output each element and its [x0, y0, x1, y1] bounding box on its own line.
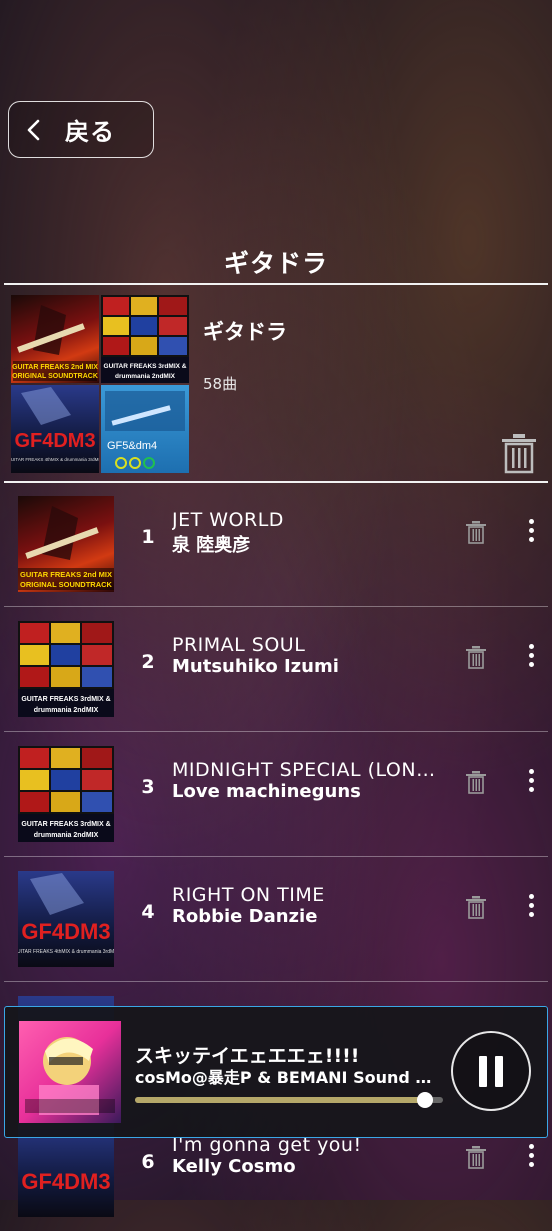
progress-fill	[135, 1097, 425, 1103]
track-number: 1	[141, 526, 155, 548]
trash-icon[interactable]	[465, 770, 487, 794]
svg-text:ORIGINAL SOUNDTRACK: ORIGINAL SOUNDTRACK	[20, 580, 113, 589]
gf4dm3-image: GF4DM3 GUITAR FREAKS 4thMIX & drummania …	[11, 387, 99, 462]
back-button-label: 戻る	[65, 118, 115, 146]
cover-gf2: GUITAR FREAKS 2nd MIX ORIGINAL SOUNDTRAC…	[11, 295, 99, 383]
track-title: JET WORLD	[172, 509, 284, 531]
more-options-icon[interactable]	[524, 769, 538, 795]
trash-icon[interactable]	[465, 645, 487, 669]
playlist-cover-collage: GUITAR FREAKS 2nd MIX ORIGINAL SOUNDTRAC…	[11, 295, 189, 473]
pause-button[interactable]	[451, 1031, 531, 1111]
svg-text:ORIGINAL SOUNDTRACK: ORIGINAL SOUNDTRACK	[12, 373, 98, 380]
track-title: RIGHT ON TIME	[172, 884, 325, 906]
back-button[interactable]: 戻る	[8, 101, 154, 158]
cover-image: GUITAR FREAKS 2nd MIX ORIGINAL SOUNDTRAC…	[18, 506, 114, 590]
gf5dm4-image: GF5&dm4	[105, 391, 185, 469]
track-artist: 泉 陸奥彦	[172, 535, 251, 556]
more-options-icon[interactable]	[524, 894, 538, 920]
track-row[interactable]: GUITAR FREAKS 2nd MIX ORIGINAL SOUNDTRAC…	[4, 482, 548, 606]
chevron-left-icon	[27, 119, 40, 140]
track-artist: Robbie Danzie	[172, 906, 318, 927]
trash-icon[interactable]	[465, 1145, 487, 1169]
track-artist: Mutsuhiko Izumi	[172, 656, 339, 677]
track-cover: GUITAR FREAKS 2nd MIX ORIGINAL SOUNDTRAC…	[18, 496, 114, 592]
mosaic-image: GUITAR FREAKS 3rdMIX & drummania 2ndMIX	[101, 297, 189, 383]
track-cover: GUITAR FREAKS 3rdMIX & drummania 2ndMIX	[18, 746, 114, 842]
track-cover: GF4DM3 GUITAR FREAKS 4thMIX & drummania …	[18, 871, 114, 967]
svg-text:GUITAR FREAKS 3rdMIX &: GUITAR FREAKS 3rdMIX &	[104, 363, 187, 370]
track-row[interactable]: GF4DM3 GUITAR FREAKS 4thMIX & drummania …	[4, 857, 548, 981]
track-artist: Love machineguns	[172, 781, 361, 802]
track-number: 6	[141, 1151, 155, 1173]
cover-image	[25, 1037, 115, 1115]
svg-text:GF4DM3: GF4DM3	[21, 919, 110, 944]
guitarist-image: GUITAR FREAKS 2nd MIX ORIGINAL SOUNDTRAC…	[12, 305, 98, 381]
track-artist: Kelly Cosmo	[172, 1156, 296, 1177]
progress-knob[interactable]	[416, 1092, 433, 1108]
trash-icon[interactable]	[465, 895, 487, 919]
cover-gf5dm4: GF5&dm4	[101, 385, 189, 473]
cover-image: GUITAR FREAKS 3rdMIX & drummania 2ndMIX	[18, 748, 114, 842]
now-playing-artist: cosMo@暴走P & BEMANI Sound …	[135, 1068, 432, 1087]
playlist-song-count: 58曲	[203, 375, 238, 393]
svg-text:GF5&dm4: GF5&dm4	[107, 440, 157, 452]
page-title: ギタドラ	[223, 249, 328, 278]
svg-text:GUITAR FREAKS 2nd MIX: GUITAR FREAKS 2nd MIX	[20, 570, 112, 579]
more-options-icon[interactable]	[524, 519, 538, 545]
svg-text:drummania 2ndMIX: drummania 2ndMIX	[34, 707, 99, 714]
svg-text:GUITAR FREAKS 4thMIX & drumman: GUITAR FREAKS 4thMIX & drummania 3rdMIX	[18, 949, 114, 955]
more-options-icon[interactable]	[524, 644, 538, 670]
cover-image: GF4DM3 GUITAR FREAKS 4thMIX & drummania …	[18, 873, 114, 955]
svg-text:GUITAR FREAKS 4thMIX & drumman: GUITAR FREAKS 4thMIX & drummania 3rdMIX	[11, 457, 99, 462]
svg-text:drummania 2ndMIX: drummania 2ndMIX	[115, 373, 176, 380]
trash-icon[interactable]	[465, 520, 487, 544]
svg-text:GF4DM3: GF4DM3	[14, 430, 95, 452]
pause-icon	[495, 1056, 503, 1087]
track-title: MIDNIGHT SPECIAL (LON…	[172, 759, 436, 781]
cover-gf4dm3: GF4DM3 GUITAR FREAKS 4thMIX & drummania …	[11, 385, 99, 473]
divider	[4, 283, 548, 285]
track-row[interactable]: GUITAR FREAKS 3rdMIX & drummania 2ndMIX …	[4, 732, 548, 856]
pause-icon	[479, 1056, 487, 1087]
svg-text:GF4DM3: GF4DM3	[21, 1169, 110, 1194]
track-number: 4	[141, 901, 155, 923]
svg-text:GUITAR FREAKS 3rdMIX &: GUITAR FREAKS 3rdMIX &	[21, 821, 110, 828]
track-number: 3	[141, 776, 155, 798]
svg-text:GUITAR FREAKS 2nd MIX: GUITAR FREAKS 2nd MIX	[12, 364, 98, 371]
cover-image: GUITAR FREAKS 3rdMIX & drummania 2ndMIX	[18, 623, 114, 717]
more-options-icon[interactable]	[524, 1144, 538, 1170]
playlist-name: ギタドラ	[203, 320, 287, 344]
now-playing-bar[interactable]: スキッテイエェエエェ!!!! cosMo@暴走P & BEMANI Sound …	[4, 1006, 548, 1138]
svg-text:drummania 2ndMIX: drummania 2ndMIX	[34, 832, 99, 839]
svg-text:GUITAR FREAKS 3rdMIX &: GUITAR FREAKS 3rdMIX &	[21, 696, 110, 703]
progress-slider[interactable]	[135, 1092, 443, 1108]
track-cover: GUITAR FREAKS 3rdMIX & drummania 2ndMIX	[18, 621, 114, 717]
cover-gf3dm2: GUITAR FREAKS 3rdMIX & drummania 2ndMIX	[101, 295, 189, 383]
track-title: PRIMAL SOUL	[172, 634, 306, 656]
track-row[interactable]: GUITAR FREAKS 3rdMIX & drummania 2ndMIX …	[4, 607, 548, 731]
track-number: 2	[141, 651, 155, 673]
delete-playlist-trash-icon[interactable]	[500, 432, 538, 474]
now-playing-cover	[19, 1021, 121, 1123]
